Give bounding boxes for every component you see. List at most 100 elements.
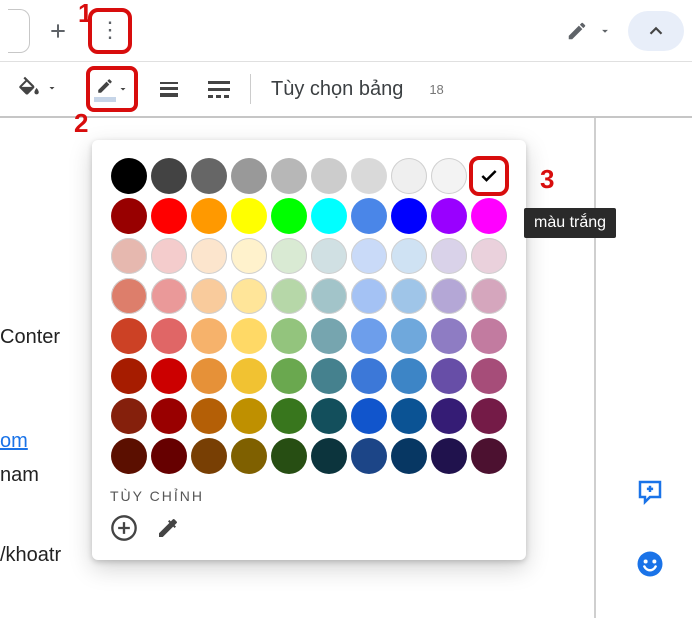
color-swatch[interactable] [231, 278, 267, 314]
color-swatch[interactable] [311, 158, 347, 194]
color-swatch[interactable] [151, 398, 187, 434]
color-swatch[interactable] [311, 438, 347, 474]
color-swatch[interactable] [191, 238, 227, 274]
color-swatch[interactable] [111, 238, 147, 274]
color-swatch[interactable] [271, 238, 307, 274]
color-swatch[interactable] [231, 198, 267, 234]
color-swatch[interactable] [431, 158, 467, 194]
color-swatch[interactable] [151, 198, 187, 234]
color-swatch[interactable] [271, 398, 307, 434]
doc-text-link-line[interactable]: om [0, 424, 90, 458]
color-swatch[interactable] [351, 398, 387, 434]
color-swatch[interactable] [231, 158, 267, 194]
color-swatch[interactable] [391, 398, 427, 434]
color-swatch[interactable] [351, 158, 387, 194]
color-swatch[interactable] [111, 158, 147, 194]
color-swatch[interactable] [231, 318, 267, 354]
color-swatch[interactable] [111, 398, 147, 434]
color-swatch[interactable] [111, 318, 147, 354]
color-swatch[interactable] [231, 438, 267, 474]
color-swatch[interactable] [271, 158, 307, 194]
color-swatch[interactable] [151, 438, 187, 474]
color-swatch[interactable] [311, 198, 347, 234]
color-swatch[interactable] [111, 438, 147, 474]
color-swatch[interactable] [191, 398, 227, 434]
color-swatch[interactable] [471, 358, 507, 394]
color-swatch[interactable] [151, 238, 187, 274]
color-swatch[interactable] [191, 198, 227, 234]
color-swatch[interactable] [151, 158, 187, 194]
color-swatch[interactable] [431, 198, 467, 234]
caret-down-icon [46, 82, 58, 94]
fill-color-button[interactable] [10, 70, 48, 108]
color-swatch[interactable] [311, 278, 347, 314]
color-swatch[interactable] [431, 438, 467, 474]
color-swatch[interactable] [391, 318, 427, 354]
add-comment-button[interactable] [628, 470, 672, 514]
collapse-button[interactable] [628, 11, 684, 51]
color-swatch[interactable] [471, 198, 507, 234]
color-swatch[interactable] [191, 158, 227, 194]
editing-mode-button[interactable] [556, 14, 622, 48]
color-swatch[interactable] [271, 278, 307, 314]
color-swatch[interactable] [431, 278, 467, 314]
color-swatch[interactable] [391, 278, 427, 314]
color-swatch[interactable] [151, 358, 187, 394]
color-swatch[interactable] [231, 238, 267, 274]
more-menu-button[interactable]: ⋮ [88, 8, 132, 54]
color-swatch[interactable] [271, 438, 307, 474]
color-swatch[interactable] [191, 438, 227, 474]
color-swatch[interactable] [311, 318, 347, 354]
color-swatch[interactable] [111, 358, 147, 394]
color-swatch[interactable] [431, 398, 467, 434]
color-swatch[interactable] [391, 358, 427, 394]
color-swatch[interactable] [271, 318, 307, 354]
color-swatch[interactable] [351, 238, 387, 274]
color-swatch[interactable] [471, 438, 507, 474]
color-underline [94, 97, 116, 102]
color-swatch[interactable] [351, 278, 387, 314]
color-swatch[interactable] [431, 358, 467, 394]
eyedropper-button[interactable] [156, 516, 180, 540]
emoji-reaction-button[interactable] [628, 542, 672, 586]
add-custom-color-button[interactable] [110, 514, 138, 542]
add-tab-button[interactable] [36, 9, 80, 53]
color-swatch-white-selected[interactable] [469, 156, 509, 196]
color-swatch[interactable] [351, 318, 387, 354]
color-swatch[interactable] [471, 398, 507, 434]
color-swatch[interactable] [311, 398, 347, 434]
table-options-button[interactable]: Tùy chọn bảng [263, 78, 411, 101]
color-swatch[interactable] [191, 358, 227, 394]
border-dash-button[interactable] [200, 70, 238, 108]
tab-stub[interactable] [8, 9, 30, 53]
color-palette-popup: TÙY CHỈNH [92, 140, 526, 560]
color-swatch[interactable] [271, 358, 307, 394]
border-color-button[interactable] [86, 66, 138, 112]
color-swatch[interactable] [351, 198, 387, 234]
color-swatch[interactable] [471, 318, 507, 354]
color-swatch[interactable] [351, 438, 387, 474]
color-swatch[interactable] [471, 238, 507, 274]
side-action-rail [628, 470, 672, 586]
color-swatch[interactable] [391, 158, 427, 194]
color-swatch[interactable] [431, 318, 467, 354]
color-swatch[interactable] [271, 198, 307, 234]
color-swatch[interactable] [351, 358, 387, 394]
color-swatch[interactable] [311, 238, 347, 274]
color-swatch[interactable] [111, 278, 147, 314]
color-swatch[interactable] [151, 318, 187, 354]
color-swatch[interactable] [391, 438, 427, 474]
color-swatch[interactable] [111, 198, 147, 234]
emoji-icon [635, 549, 665, 579]
border-width-button[interactable] [150, 70, 188, 108]
color-swatch[interactable] [191, 278, 227, 314]
color-swatch[interactable] [311, 358, 347, 394]
color-swatch[interactable] [151, 278, 187, 314]
color-swatch[interactable] [431, 238, 467, 274]
color-swatch[interactable] [231, 358, 267, 394]
color-swatch[interactable] [471, 278, 507, 314]
color-swatch[interactable] [391, 238, 427, 274]
color-swatch[interactable] [191, 318, 227, 354]
color-swatch[interactable] [231, 398, 267, 434]
color-swatch[interactable] [391, 198, 427, 234]
